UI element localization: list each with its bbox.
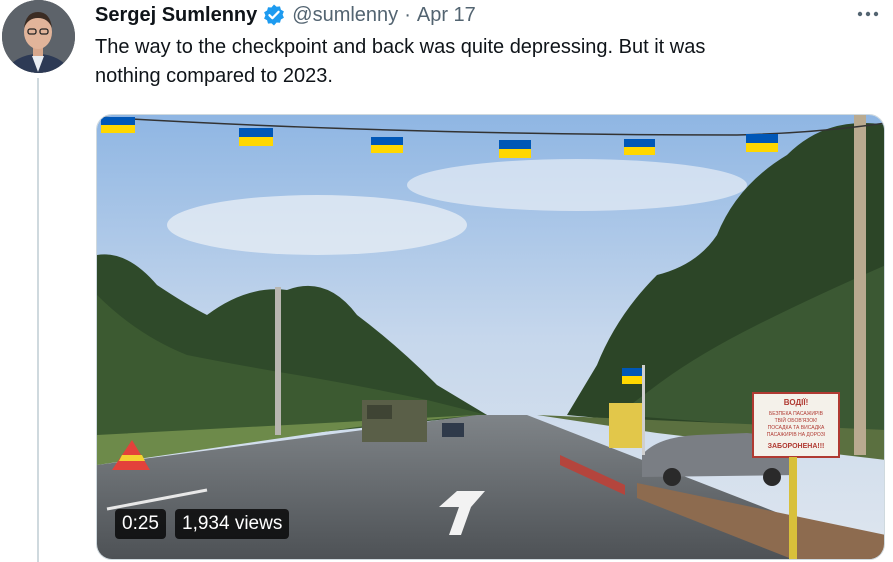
- video-player[interactable]: ВОДІЇ! БЕЗПЕКА ПАСАЖИРІВ ТВІЙ ОБОВ'ЯЗОК!…: [96, 114, 885, 560]
- video-duration-badge: 0:25: [115, 509, 166, 539]
- verified-badge-icon: [262, 3, 286, 27]
- header-separator: ·: [404, 3, 411, 26]
- sign-line: ПАСАЖИРІВ НА ДОРОЗІ: [767, 432, 825, 438]
- sign-line: ЗАБОРОНЕНА!!!: [768, 443, 825, 450]
- sign-line: ВОДІЇ!: [784, 398, 809, 407]
- tweet-text: The way to the checkpoint and back was q…: [95, 36, 706, 87]
- tweet-header: Sergej Sumlenny @sumlenny · Apr 17: [95, 3, 476, 27]
- video-frame: ВОДІЇ! БЕЗПЕКА ПАСАЖИРІВ ТВІЙ ОБОВ'ЯЗОК!…: [97, 115, 884, 559]
- author-name[interactable]: Sergej Sumlenny: [95, 4, 257, 27]
- sign-line: ТВІЙ ОБОВ'ЯЗОК!: [775, 416, 818, 424]
- sign-line: БЕЗПЕКА ПАСАЖИРІВ: [769, 411, 824, 417]
- avatar[interactable]: [2, 0, 75, 73]
- more-horizontal-icon[interactable]: [851, 2, 885, 26]
- author-handle[interactable]: @sumlenny: [292, 4, 398, 27]
- tweet-date[interactable]: Apr 17: [417, 4, 476, 27]
- thread-connector-line: [37, 78, 39, 562]
- avatar-image: [2, 0, 75, 73]
- video-views-badge: 1,934 views: [175, 509, 290, 539]
- sign-line: ПОСАДКА ТА ВИСАДКА: [768, 425, 825, 431]
